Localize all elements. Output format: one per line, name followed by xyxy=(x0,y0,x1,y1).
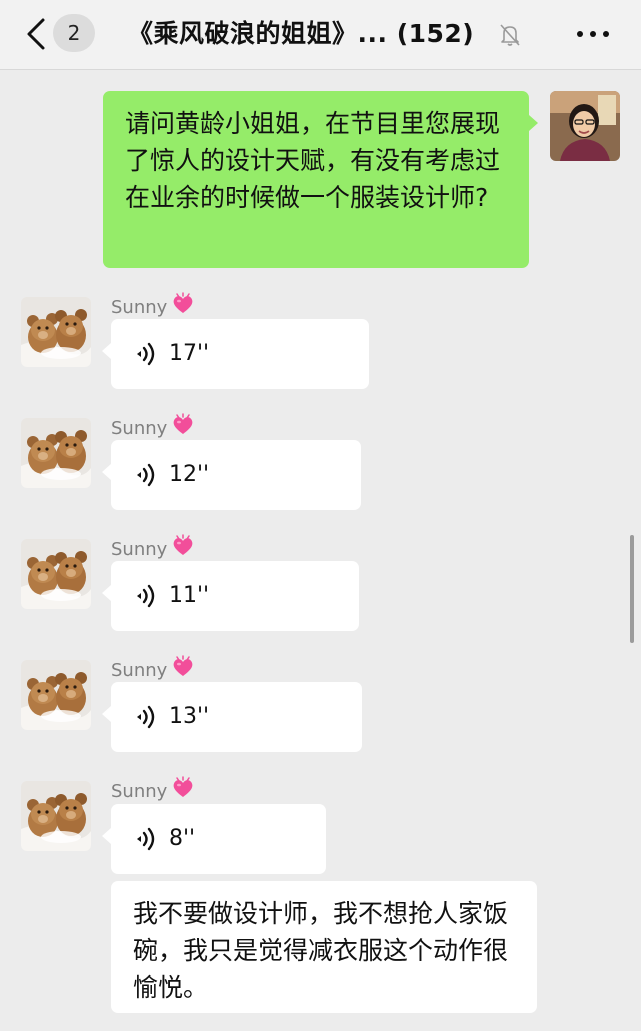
voice-duration: 12'' xyxy=(169,462,210,487)
back-button[interactable] xyxy=(18,14,54,54)
heart-emoji-icon xyxy=(171,292,195,316)
my-avatar[interactable] xyxy=(550,91,620,161)
sender-avatar[interactable] xyxy=(21,660,91,730)
sender-name: Sunny xyxy=(111,655,195,682)
sender-name: Sunny xyxy=(111,534,195,561)
voice-message-bubble[interactable]: 13'' xyxy=(102,682,362,752)
chat-header: 2 《乘风破浪的姐姐》... (152) xyxy=(0,0,641,70)
heart-emoji-icon xyxy=(171,776,195,800)
heart-emoji-icon xyxy=(171,413,195,437)
voice-message-bubble[interactable]: 11'' xyxy=(102,561,359,631)
sender-avatar[interactable] xyxy=(21,781,91,851)
sender-avatar[interactable] xyxy=(21,418,91,488)
message-text: 我不要做设计师，我不想抢人家饭碗，我只是觉得减衣服这个动作很愉悦。 xyxy=(133,899,509,1002)
voice-wave-icon xyxy=(135,827,157,851)
scrollbar[interactable] xyxy=(630,535,634,643)
sender-name: Sunny xyxy=(111,292,195,319)
bell-slash-icon xyxy=(500,24,520,46)
message-text: 请问黄龄小姐姐，在节目里您展现了惊人的设计天赋，有没有考虑过在业余的时候做一个服… xyxy=(125,109,501,212)
group-title: 《乘风破浪的姐姐》... (152) xyxy=(128,19,475,48)
voice-wave-icon xyxy=(135,584,157,608)
sender-avatar[interactable] xyxy=(21,297,91,367)
more-options-button[interactable] xyxy=(574,20,614,48)
voice-duration: 11'' xyxy=(169,583,210,608)
heart-emoji-icon xyxy=(171,534,195,558)
sender-avatar[interactable] xyxy=(21,539,91,609)
my-message-bubble[interactable]: 请问黄龄小姐姐，在节目里您展现了惊人的设计天赋，有没有考虑过在业余的时候做一个服… xyxy=(103,91,538,268)
voice-message-bubble[interactable]: 12'' xyxy=(102,440,361,510)
sender-name: Sunny xyxy=(111,413,195,440)
voice-wave-icon xyxy=(135,342,157,366)
voice-wave-icon xyxy=(135,705,157,729)
sender-name: Sunny xyxy=(111,776,195,803)
chevron-left-icon xyxy=(27,18,45,50)
ellipsis-icon xyxy=(577,31,609,37)
voice-message-bubble[interactable]: 8'' xyxy=(102,804,326,874)
voice-duration: 17'' xyxy=(169,341,210,366)
voice-wave-icon xyxy=(135,463,157,487)
voice-duration: 8'' xyxy=(169,826,196,851)
incoming-message-bubble[interactable]: 我不要做设计师，我不想抢人家饭碗，我只是觉得减衣服这个动作很愉悦。 xyxy=(111,881,537,1013)
voice-duration: 13'' xyxy=(169,704,210,729)
voice-message-bubble[interactable]: 17'' xyxy=(102,319,369,389)
message-list[interactable]: 请问黄龄小姐姐，在节目里您展现了惊人的设计天赋，有没有考虑过在业余的时候做一个服… xyxy=(0,71,641,1031)
heart-emoji-icon xyxy=(171,655,195,679)
unread-count-badge[interactable]: 2 xyxy=(53,14,95,52)
